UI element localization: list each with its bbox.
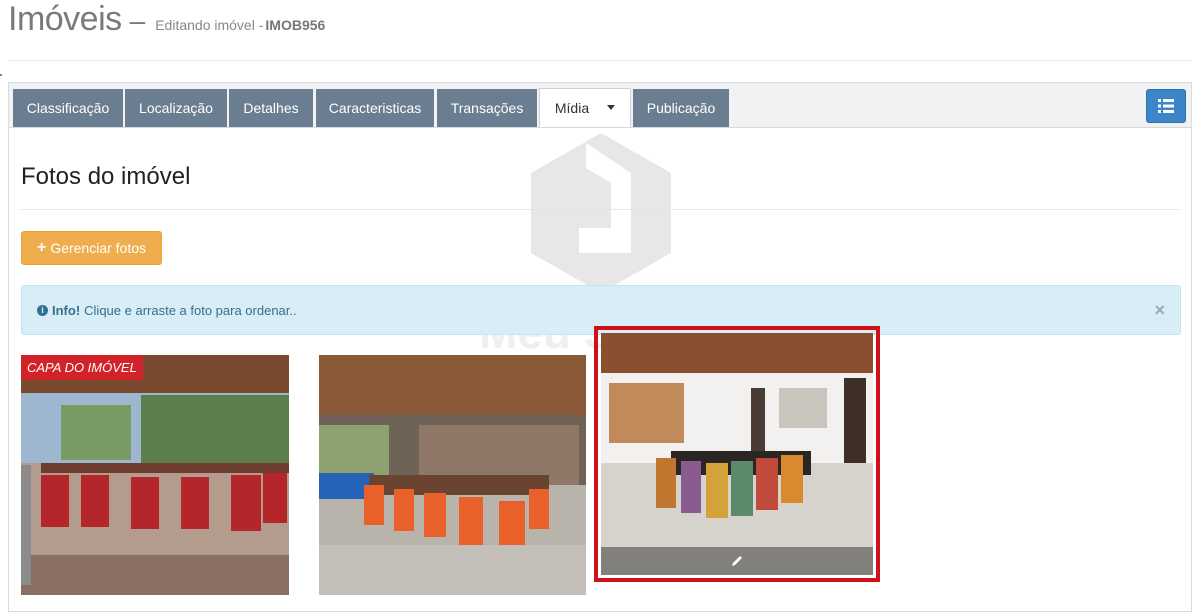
tab-label: Publicação (646, 100, 716, 116)
alert-strong: Info! (52, 302, 81, 318)
corner-marker (0, 74, 2, 76)
tab-bar: Classificação Localização Detalhes Carac… (9, 83, 1191, 128)
photo-image (601, 333, 873, 575)
tab-label: Caracteristicas (328, 100, 422, 116)
caret-down-icon (607, 105, 616, 110)
tab-detalhes[interactable]: Detalhes (229, 89, 313, 127)
info-icon: i (37, 304, 48, 316)
tab-label: Detalhes (243, 100, 299, 116)
edit-panel: Classificação Localização Detalhes Carac… (8, 82, 1192, 612)
page-title: Imóveis (8, 0, 122, 38)
photo-item[interactable] (319, 355, 586, 595)
page-subtitle: Editando imóvel - (155, 17, 264, 33)
section-divider (21, 209, 1179, 210)
list-icon (1158, 99, 1174, 113)
tab-transacoes[interactable]: Transações (437, 89, 537, 127)
property-code: IMOB956 (265, 17, 326, 33)
close-icon[interactable]: × (1154, 300, 1165, 321)
tab-label: Classificação (26, 100, 110, 116)
photo-item-selected[interactable] (594, 326, 880, 582)
photo-image (319, 355, 586, 595)
tab-caracteristicas[interactable]: Caracteristicas (316, 89, 434, 127)
photo-item[interactable]: CAPA DO IMÓVEL (21, 355, 289, 595)
tab-localizacao[interactable]: Localização (125, 89, 227, 127)
watermark-logo (531, 133, 671, 293)
tab-label: Mídia (554, 99, 590, 116)
pencil-icon (732, 556, 742, 566)
list-view-button[interactable] (1146, 89, 1186, 123)
cover-badge: CAPA DO IMÓVEL (21, 355, 143, 380)
title-separator: – (129, 5, 146, 36)
tab-classificacao[interactable]: Classificação (13, 89, 123, 127)
tab-midia[interactable]: Mídia (539, 88, 631, 127)
alert-message: Clique e arraste a foto para ordenar.. (84, 302, 297, 318)
photo-image (21, 355, 289, 595)
tab-label: Transações (450, 100, 524, 116)
plus-icon: + (36, 239, 47, 256)
manage-photos-label: Gerenciar fotos (50, 240, 147, 256)
section-title: Fotos do imóvel (21, 163, 191, 190)
tab-label: Localização (139, 100, 213, 116)
header-divider (8, 60, 1192, 61)
page-header: Imóveis – Editando imóvel - IMOB956 (8, 0, 325, 40)
edit-photo-bar[interactable] (601, 547, 873, 575)
manage-photos-button[interactable]: + Gerenciar fotos (21, 231, 162, 265)
tab-publicacao[interactable]: Publicação (633, 89, 729, 127)
